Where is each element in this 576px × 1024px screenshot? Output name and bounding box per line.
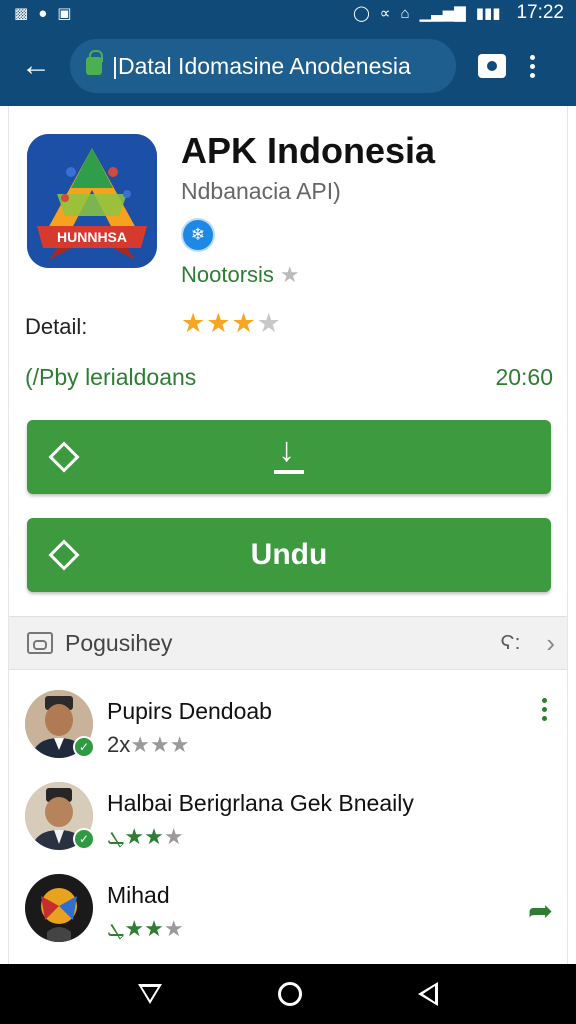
star-filled-icon: ★ [206,308,232,338]
reviewer-name: Halbai Berigrlana Gek Bneaily [107,790,414,816]
reviewer-name: Pupirs Dendoab [107,698,272,724]
developer-name[interactable]: Nootorsis ★ [181,262,300,288]
url-bar[interactable]: |Datal Idomasine Anodenesia [70,39,456,93]
detail-label: Detail: [25,314,88,339]
section-header[interactable]: Pogusihey Ϛ: › [9,616,567,670]
developer-label: Nootorsis [181,262,274,287]
sim-icon: ▩ [14,4,29,22]
battery-icon: ▮▮▮ [475,4,501,22]
app-rating-stars: ★★★★ [181,308,282,339]
app-detail-page: HUNNHSA APK Indonesia Ndbanacia API) ❄ N… [8,106,568,964]
diamond-icon [48,441,80,473]
section-more-icon[interactable]: Ϛ: [500,632,520,655]
overflow-menu-icon[interactable] [530,54,535,78]
share-icon[interactable]: ➦ [528,894,553,929]
mute-icon: ∝ [379,4,391,22]
star-filled-icon: ★ [231,308,257,338]
download-button[interactable] [27,420,551,494]
browser-toolbar: ← |Datal Idomasine Anodenesia [0,26,576,106]
verified-check-icon: ✓ [73,736,95,758]
nav-recents-icon[interactable] [418,982,438,1006]
system-nav-bar [0,964,576,1024]
status-bar: ▩ ● ▣ ◯ ∝ ⌂ ▁▃▅▇ ▮▮▮ 17:22 [0,0,576,26]
nav-back-icon[interactable] [138,984,162,1004]
developer-star-icon: ★ [279,262,300,287]
status-right: ◯ ∝ ⌂ ▁▃▅▇ ▮▮▮ 17:22 [353,2,564,24]
review-prefix: ܛ [107,916,125,941]
review-prefix: 2x [107,732,131,757]
star-filled-icon: ★ [181,308,207,338]
publisher-link[interactable]: (/Pby lerialdoans [25,364,196,391]
verified-badge-icon: ❄ [181,218,215,252]
image-icon: ▣ [57,4,72,22]
grey-stars: ★ [163,824,184,849]
diamond-icon [48,539,80,571]
wifi-icon: ⌂ [400,4,410,22]
review-item[interactable]: Mihad ܛ★★★ ➦ [25,874,555,960]
review-rating: ܛ★★★ [107,916,184,942]
lock-icon [86,50,103,75]
green-stars: ★★ [124,916,164,941]
verified-check-icon: ✓ [73,828,95,850]
app-title: APK Indonesia [181,130,436,171]
url-text: |Datal Idomasine Anodenesia [112,52,411,79]
overflow-menu-icon[interactable] [542,698,547,721]
review-item[interactable]: ✓ Pupirs Dendoab 2x★★★ [25,690,555,776]
grey-stars: ★ [163,916,184,941]
reviewer-name: Mihad [107,882,170,908]
avatar [25,874,93,942]
app-icon: HUNNHSA [27,134,157,268]
tab-switcher-icon[interactable] [478,54,506,78]
app-subtitle: Ndbanacia API) [181,178,341,204]
app-logo-graphic: HUNNHSA [27,134,157,268]
star-empty-icon: ★ [256,308,282,338]
green-stars: ★★ [124,824,164,849]
clock: 17:22 [516,2,564,23]
review-rating: ܛ★★★ [107,824,184,850]
unduh-label: Undu [250,538,328,571]
download-icon [272,433,306,477]
whatsapp-icon: ● [38,4,48,22]
chevron-right-icon[interactable]: › [546,628,555,659]
signal-icon: ▁▃▅▇ [419,4,466,22]
review-item[interactable]: ✓ Halbai Berigrlana Gek Bneaily ܛ★★★ [25,782,555,868]
review-prefix: ܛ [107,824,125,849]
section-icon [27,632,53,654]
nav-home-icon[interactable] [278,982,302,1006]
app-size: 20:60 [495,364,553,390]
grey-stars: ★★★ [130,732,190,757]
back-arrow-icon[interactable]: ← [18,48,54,84]
review-rating: 2x★★★ [107,732,189,758]
section-title: Pogusihey [65,629,173,656]
status-left: ▩ ● ▣ [14,6,71,21]
alarm-icon: ◯ [352,4,370,22]
svg-text:HUNNHSA: HUNNHSA [57,229,127,245]
unduh-button[interactable]: Undu [27,518,551,592]
